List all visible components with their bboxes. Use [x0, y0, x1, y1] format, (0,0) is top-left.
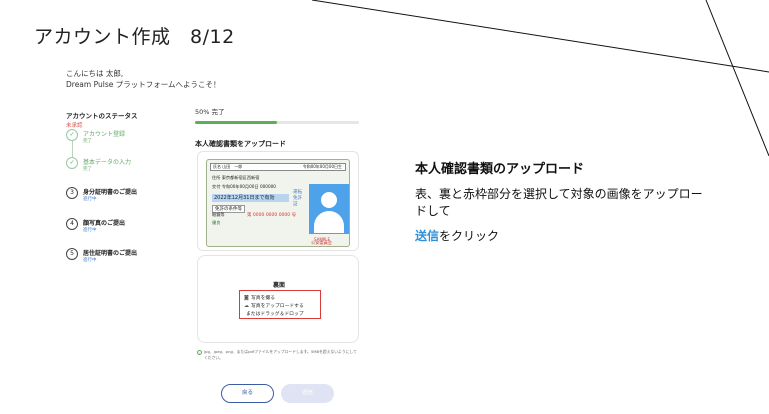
check-circle-icon: ✓: [197, 350, 202, 355]
instruction-panel: 本人確認書類のアップロード 表、裏と赤枠部分を選択して対象の画像をアップロードし…: [415, 158, 715, 244]
greeting-line-1: こんにちは 太郎,: [66, 69, 124, 78]
greeting-line-2: Dream Pulse プラットフォームへようこそ！: [66, 80, 221, 89]
license-birth: 令和00年00月00日生: [302, 164, 342, 169]
take-photo-option[interactable]: ◙ 写真を撮る: [244, 294, 275, 301]
license-number: 第 0000 0000 0000 号: [247, 213, 297, 218]
take-photo-label: 写真を撮る: [251, 296, 275, 301]
license-address: 住所 東京都新宿区西新宿: [212, 175, 260, 180]
progress-label: 50% 完了: [195, 108, 225, 116]
license-card-image: 氏名 山田 一郎 令和00年00月00日生 住所 東京都新宿区西新宿 交付 令和…: [206, 159, 350, 247]
license-issue: 交付 令和00年00月00日 000000: [212, 184, 276, 189]
upload-photo-label: 写真をアップロードする: [251, 304, 304, 309]
instruction-action-rest: をクリック: [439, 229, 500, 243]
license-authority: 公安委員会: [311, 240, 332, 245]
account-status-panel: アカウントのステータス 未承認 ✓ アカウント登録 完了 ✓ 基本データの入力 …: [66, 110, 176, 263]
step-state: 進行中: [83, 197, 97, 202]
back-side-label: 裏面: [272, 282, 285, 289]
document-section-title: 本人確認書類をアップロード: [195, 140, 286, 148]
status-subtitle: 未承認: [66, 123, 83, 129]
camera-icon: ◙: [244, 295, 249, 301]
drag-drop-hint: またはドラッグ＆ドロップ: [246, 312, 304, 317]
upload-options-box[interactable]: ◙ 写真を撮る ☁ 写真をアップロードする またはドラッグ＆ドロップ: [239, 290, 321, 319]
step-state: 完了: [83, 139, 92, 144]
check-icon: ✓: [66, 129, 78, 141]
license-sticker: 優良: [212, 220, 221, 225]
slide-title: アカウント作成 8/12: [34, 26, 235, 48]
step-number: 4: [66, 218, 78, 230]
back-button[interactable]: 戻る: [221, 384, 274, 403]
license-name: 氏名 山田 一郎: [213, 164, 243, 169]
greeting: こんにちは 太郎, Dream Pulse プラットフォームへようこそ！: [66, 68, 221, 90]
step-label: 顔写真のご提出: [83, 220, 126, 227]
step-number: 5: [66, 248, 78, 260]
check-icon: ✓: [66, 157, 78, 169]
file-requirements-note: ✓ jpg、jpeg、png、またはpdfファイルをアップロードします。5MBを…: [197, 349, 359, 361]
file-requirements-text: jpg、jpeg、png、またはpdfファイルをアップロードします。5MBを超え…: [204, 349, 357, 360]
back-upload-panel[interactable]: 裏面 ◙ 写真を撮る ☁ 写真をアップロードする またはドラッグ＆ドロップ: [197, 255, 359, 343]
instruction-title: 本人確認書類のアップロード: [415, 162, 585, 177]
portrait-placeholder-icon: [309, 184, 349, 234]
instruction-highlight: 送信: [415, 229, 440, 243]
license-expiry: 2022年12月31日まで有効: [212, 194, 289, 202]
instruction-body: 表、裏と赤枠部分を選択して対象の画像をアップロードして: [415, 187, 703, 218]
upload-photo-option[interactable]: ☁ 写真をアップロードする: [244, 302, 304, 309]
step-label: 居住証明書のご提出: [83, 250, 138, 257]
send-button[interactable]: 送信: [281, 384, 334, 403]
step-label: アカウント登録: [83, 131, 126, 138]
license-vertical-text: 運転免許証: [293, 190, 302, 207]
instruction-action: 送信をクリック: [415, 227, 715, 244]
step-label: 基本データの入力: [83, 159, 132, 166]
front-upload-panel[interactable]: 氏名 山田 一郎 令和00年00月00日生 住所 東京都新宿区西新宿 交付 令和…: [197, 151, 359, 251]
step-state: 進行中: [83, 258, 97, 263]
progress-bar: [195, 121, 359, 124]
step-label: 身分証明書のご提出: [83, 189, 138, 196]
step-connector: [71, 141, 73, 158]
license-condition: 眼鏡等: [212, 212, 225, 217]
progress-fill: [195, 121, 277, 124]
step-number: 3: [66, 187, 78, 199]
license-name-line: 氏名 山田 一郎 令和00年00月00日生: [210, 163, 346, 171]
step-state: 完了: [83, 167, 92, 172]
status-title: アカウントのステータス: [66, 112, 138, 120]
cloud-upload-icon: ☁: [244, 303, 249, 309]
step-state: 進行中: [83, 228, 97, 233]
